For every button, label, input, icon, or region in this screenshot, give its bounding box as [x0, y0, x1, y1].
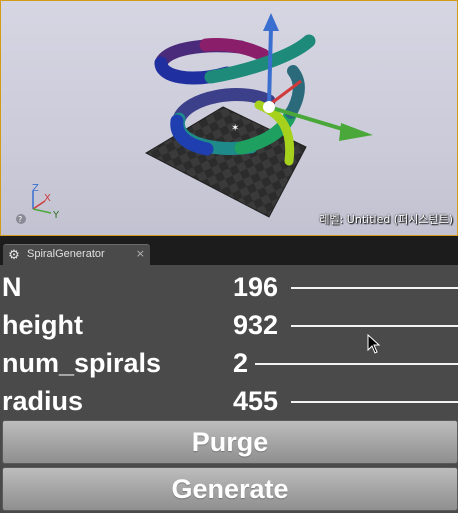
gizmo-y-arrow[interactable] — [339, 123, 373, 141]
property-slider[interactable] — [291, 401, 458, 403]
property-value[interactable]: 196 — [233, 268, 278, 306]
property-slider[interactable] — [291, 287, 458, 289]
spiral-upper-magenta — [199, 38, 270, 62]
property-row-height: height 932 — [0, 306, 458, 344]
property-row-radius: radius 455 — [0, 382, 458, 420]
tab-spiral-generator[interactable]: ⚙ SpiralGenerator × — [3, 244, 150, 265]
property-row-n: N 196 — [0, 268, 458, 306]
spiral-generator-panel: N 196 height 932 num_spirals 2 radius 45… — [0, 265, 458, 513]
world-origin-marker: ✶ — [231, 123, 239, 134]
purge-button-label: Purge — [191, 426, 269, 457]
property-value[interactable]: 455 — [233, 382, 278, 420]
axis-x-label: X — [44, 193, 51, 204]
property-name: radius — [2, 386, 84, 416]
property-name: num_spirals — [2, 348, 162, 378]
generate-button-label: Generate — [171, 473, 289, 504]
generate-button[interactable]: Generate — [2, 467, 458, 511]
dock-tab-strip: ⚙ SpiralGenerator × — [0, 236, 458, 265]
property-name: N — [2, 272, 22, 302]
axis-z-label: Z — [32, 183, 39, 194]
property-slider[interactable] — [291, 325, 458, 327]
spiral-connector — [285, 65, 305, 119]
level-viewport[interactable]: ✶ Z X Y ? 레벨: Untitled (퍼시스턴트) — [0, 0, 458, 236]
gear-icon: ⚙ — [8, 247, 20, 263]
axis-indicator: Z X Y ? — [16, 183, 60, 224]
gizmo-z-axis[interactable] — [267, 26, 273, 106]
gizmo-center[interactable] — [263, 101, 275, 113]
axis-y-label: Y — [52, 210, 60, 221]
property-name: height — [2, 310, 83, 340]
gizmo-z-arrow[interactable] — [263, 13, 279, 31]
property-row-num-spirals: num_spirals 2 — [0, 344, 458, 382]
mouse-cursor-icon — [367, 334, 381, 354]
help-icon[interactable]: ? — [18, 215, 22, 224]
close-icon[interactable]: × — [136, 248, 145, 259]
level-name-label: 레벨: Untitled (퍼시스턴트) — [319, 213, 453, 226]
property-slider[interactable] — [255, 363, 458, 365]
purge-button[interactable]: Purge — [2, 420, 458, 464]
property-value[interactable]: 2 — [233, 344, 248, 382]
tab-label: SpiralGenerator — [27, 248, 105, 260]
property-value[interactable]: 932 — [233, 306, 278, 344]
